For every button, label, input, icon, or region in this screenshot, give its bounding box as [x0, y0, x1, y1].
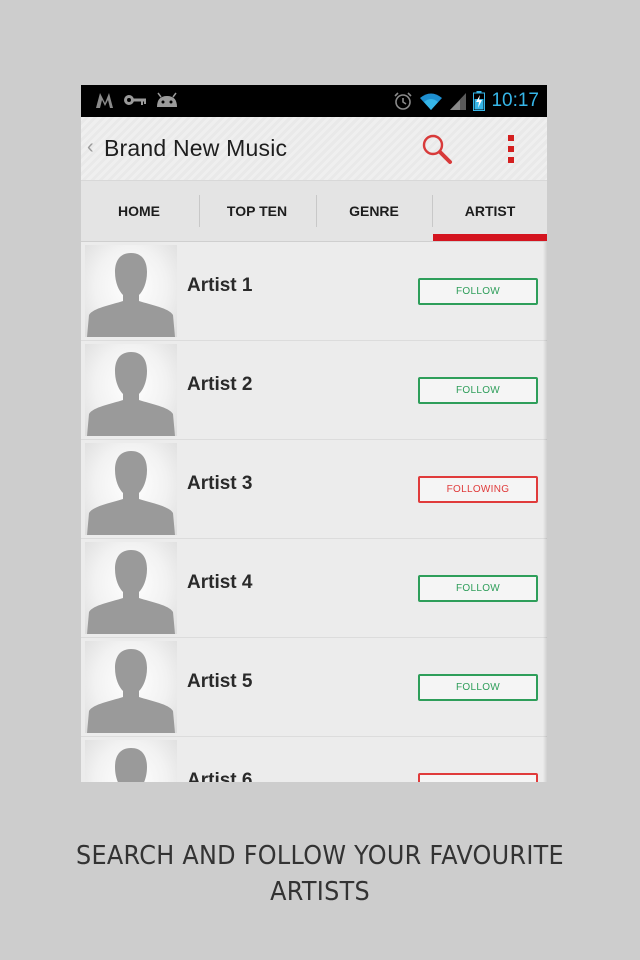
avatar [85, 542, 177, 634]
key-icon [124, 95, 146, 105]
tab-genre[interactable]: GENRE [316, 181, 432, 241]
search-icon[interactable] [419, 131, 455, 167]
person-silhouette-icon [87, 352, 175, 436]
follow-button[interactable]: FOLLOW [418, 278, 538, 305]
tab-bar: HOME TOP TEN GENRE ARTIST [81, 181, 547, 242]
status-bar: 10:17 [81, 85, 547, 117]
avatar [85, 740, 177, 782]
overflow-menu-icon[interactable] [501, 133, 521, 165]
tab-home[interactable]: HOME [81, 181, 197, 241]
follow-button[interactable]: FOLLOW [418, 377, 538, 404]
app-title[interactable]: Brand New Music [104, 135, 287, 162]
avatar [85, 443, 177, 535]
artist-row[interactable]: Artist 3 FOLLOWING [81, 440, 547, 539]
following-button[interactable]: FOLLOWING [418, 773, 538, 782]
action-bar: ‹ Brand New Music [81, 117, 547, 181]
caption-line-1: SEARCH AND FOLLOW YOUR FAVOURITE [76, 841, 564, 871]
tab-top-ten[interactable]: TOP TEN [199, 181, 315, 241]
android-icon [157, 92, 177, 107]
artist-name: Artist 5 [187, 671, 253, 692]
artist-name: Artist 1 [187, 275, 253, 296]
signal-icon [450, 93, 467, 110]
back-chevron-icon[interactable]: ‹ [87, 137, 94, 157]
caption-line-2: ARTISTS [270, 877, 370, 907]
avatar [85, 641, 177, 733]
selected-tab-indicator [433, 234, 547, 241]
person-silhouette-icon [87, 649, 175, 733]
person-silhouette-icon [87, 451, 175, 535]
artist-row[interactable]: Artist 1 FOLLOW [81, 242, 547, 341]
artist-row[interactable]: Artist 4 FOLLOW [81, 539, 547, 638]
wifi-icon [420, 93, 443, 110]
artist-row[interactable]: Artist 5 FOLLOW [81, 638, 547, 737]
alarm-icon [394, 92, 413, 110]
follow-button[interactable]: FOLLOW [418, 674, 538, 701]
person-silhouette-icon [87, 550, 175, 634]
artist-row[interactable]: Artist 2 FOLLOW [81, 341, 547, 440]
artist-name: Artist 2 [187, 374, 253, 395]
artist-name: Artist 4 [187, 572, 253, 593]
m-logo-icon [96, 93, 113, 108]
status-time: 10:17 [491, 90, 539, 111]
avatar [85, 344, 177, 436]
person-silhouette-icon [87, 253, 175, 337]
follow-button[interactable]: FOLLOW [418, 575, 538, 602]
following-button[interactable]: FOLLOWING [418, 476, 538, 503]
artist-row[interactable]: Artist 6 FOLLOWING [81, 737, 547, 782]
tab-artist[interactable]: ARTIST [433, 181, 547, 241]
artist-name: Artist 3 [187, 473, 253, 494]
list-edge-shadow [543, 242, 547, 782]
status-icons-left [95, 91, 179, 109]
status-icons-right: 10:17 [393, 89, 539, 113]
person-silhouette-icon [115, 748, 147, 782]
battery-charging-icon [473, 91, 486, 111]
avatar [85, 245, 177, 337]
promo-caption: SEARCH AND FOLLOW YOUR FAVOURITE ARTISTS [26, 838, 615, 910]
artist-name: Artist 6 [187, 770, 253, 782]
artist-list[interactable]: Artist 1 FOLLOW Artist 2 FOLLOW Artist 3… [81, 242, 547, 782]
phone-screen: 10:17 ‹ Brand New Music HOME TOP TEN GEN… [81, 85, 547, 782]
